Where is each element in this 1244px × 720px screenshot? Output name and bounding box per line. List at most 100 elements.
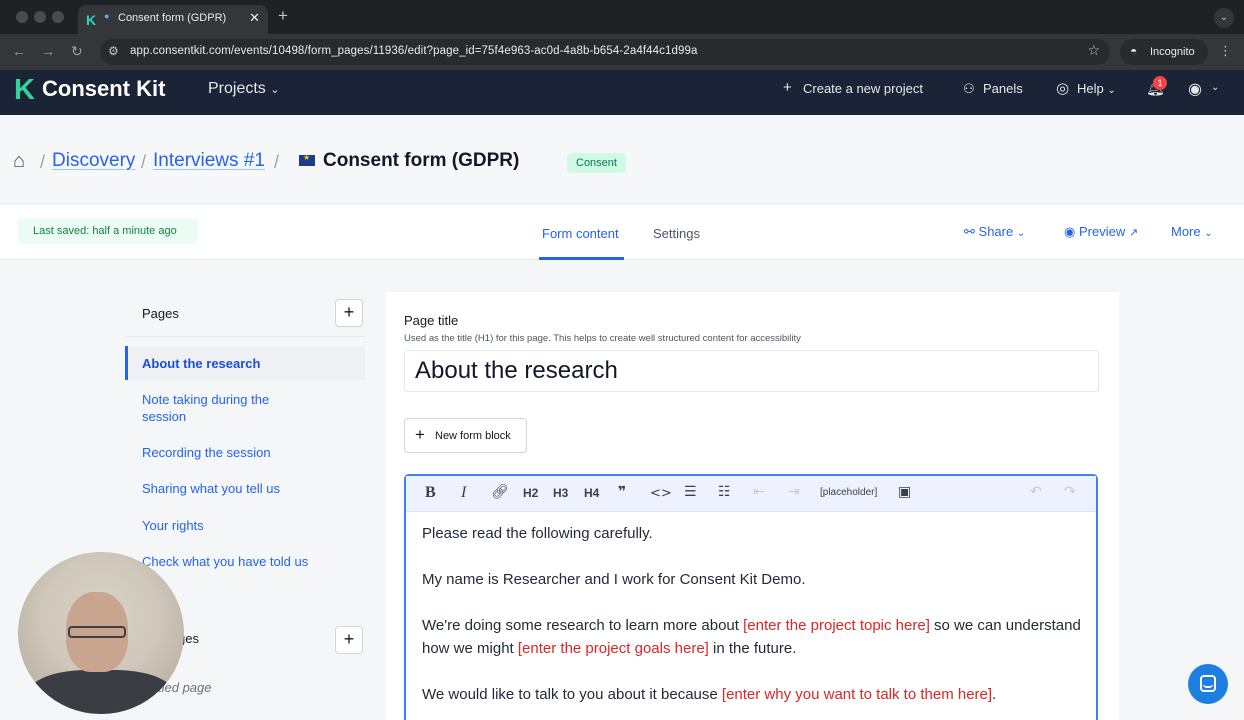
more-label: More [1171,224,1201,239]
italic-icon[interactable]: I [461,484,466,502]
logo-k-icon[interactable]: K [14,74,35,107]
breadcrumb-interviews[interactable]: Interviews #1 [153,150,265,172]
incognito-indicator[interactable]: ◓ Incognito [1120,39,1208,65]
eu-flag-icon [299,153,315,166]
window-minimize-dot[interactable] [34,11,46,23]
tab-close-icon[interactable]: ✕ [249,10,260,26]
more-menu[interactable]: More ⌄ [1171,224,1213,239]
page-title-input[interactable] [404,350,1099,392]
code-icon[interactable]: <> [650,486,672,501]
sidebar-item-about-the-research[interactable]: About the research [142,355,302,372]
address-bar[interactable]: ⚙ app.consentkit.com/events/10498/form_p… [100,39,1110,65]
sidebar-item-your-rights[interactable]: Your rights [142,517,302,534]
text-run: . [992,686,997,703]
chevron-down-icon: ⌄ [1107,85,1116,96]
plus-icon: + [415,425,425,444]
placeholder-text: [enter the project goals here] [517,640,709,657]
outdent-icon[interactable]: ⇤ [753,484,765,500]
add-section-button[interactable]: + [335,626,363,654]
tab-form-content[interactable]: Form content [542,226,619,241]
share-menu[interactable]: ⚯ Share ⌄ [964,224,1025,240]
add-page-button[interactable]: + [335,299,363,327]
share-icon: ⚯ [964,224,975,239]
site-info-icon[interactable]: ⚙ [108,44,119,58]
bold-icon[interactable]: B [425,484,436,502]
back-icon[interactable]: ← [12,43,26,59]
editor-content[interactable]: Please read the following carefully. My … [422,522,1082,720]
tab-settings[interactable]: Settings [653,226,700,241]
form-toolbar: Last saved: half a minute ago Form conte… [0,205,1244,260]
page-title: Consent form (GDPR) [323,150,520,171]
eye-icon: ◉ [1064,224,1076,239]
bullet-list-icon[interactable]: ☰ [684,484,697,500]
numbered-list-icon[interactable]: ☷ [718,484,731,500]
window-zoom-dot[interactable] [52,11,64,23]
page-title-help: Used as the title (H1) for this page. Th… [404,333,801,344]
sidebar-item-check-told-us[interactable]: Check what you have told us [142,553,342,570]
app-navbar: K Consent Kit Projects ⌄ + Create a new … [0,70,1244,115]
sidebar-active-indicator [125,346,128,380]
help-menu[interactable]: Help ⌄ [1077,81,1116,96]
reload-icon[interactable]: ↻ [71,43,83,60]
new-form-block-button[interactable]: + New form block [404,418,527,453]
breadcrumb-header: ⌂ / Discovery / Interviews #1 / Consent … [0,115,1244,204]
form-type-badge: Consent [567,153,626,173]
incognito-label: Incognito [1150,46,1195,58]
notification-badge: 1 [1153,76,1167,90]
sidebar-divider [125,336,365,337]
breadcrumb-separator: / [274,152,280,172]
preview-link[interactable]: ◉ Preview ↗ [1064,224,1138,240]
url-text: app.consentkit.com/events/10498/form_pag… [130,45,698,57]
breadcrumb-discovery[interactable]: Discovery [52,150,135,172]
incognito-icon: ◓ [1130,44,1138,58]
webcam-overlay [18,552,184,714]
sidebar-item-sharing[interactable]: Sharing what you tell us [142,480,302,497]
heading-2-button[interactable]: H2 [523,486,538,500]
blockquote-icon[interactable]: ❞ [618,484,626,500]
editor-toolbar: B I 🔗︎ H2 H3 H4 ❞ <> ☰ ☷ ⇤ ⇥ [placeholde… [406,476,1096,512]
share-label: Share [978,224,1014,239]
new-tab-icon[interactable]: + [278,6,288,26]
chat-launcher-button[interactable] [1188,664,1228,704]
plus-icon: + [343,302,355,322]
indent-icon[interactable]: ⇥ [788,484,800,500]
heading-3-button[interactable]: H3 [553,486,568,500]
sidebar-item-note-taking[interactable]: Note taking during the session [142,391,292,425]
panels-icon: ⚇ [963,81,975,96]
breadcrumb-separator: / [141,152,147,172]
save-status: Last saved: half a minute ago [18,218,198,244]
user-avatar-icon[interactable]: ◉ [1188,79,1202,99]
plus-icon: + [343,629,355,649]
preview-label: Preview [1078,224,1126,239]
window-close-dot[interactable] [16,11,28,23]
panels-link[interactable]: Panels [983,81,1023,96]
text-run: We're doing some research to learn more … [422,617,744,634]
browser-tab[interactable]: K ● Consent form (GDPR) ✕ [78,5,268,34]
chevron-down-icon: ⌄ [1204,228,1213,239]
plus-icon: + [783,79,792,96]
bookmark-star-icon[interactable]: ☆ [1087,42,1100,59]
text-run: in the future. [708,640,797,657]
paragraph: My name is Researcher and I work for Con… [422,571,806,588]
browser-tab-title: Consent form (GDPR) [118,12,227,24]
chevron-down-icon[interactable]: ⌄ [1211,82,1219,93]
rich-text-editor[interactable]: B I 🔗︎ H2 H3 H4 ❞ <> ☰ ☷ ⇤ ⇥ [placeholde… [404,474,1098,720]
link-icon[interactable]: 🔗︎ [491,484,509,500]
placeholder-button[interactable]: [placeholder] [820,487,877,498]
heading-4-button[interactable]: H4 [584,486,599,500]
browser-menu-icon[interactable]: ⋮ [1219,43,1232,59]
create-project-link[interactable]: Create a new project [803,81,923,96]
undo-icon[interactable]: ↶ [1030,484,1042,500]
home-icon[interactable]: ⌂ [13,150,25,173]
logo-text[interactable]: Consent Kit [42,76,165,102]
tab-search-chevron-icon[interactable]: ⌄ [1214,8,1234,28]
forward-icon[interactable]: → [41,43,55,59]
help-label: Help [1077,81,1104,96]
redo-icon[interactable]: ↷ [1064,484,1076,500]
browser-tab-bar: K ● Consent form (GDPR) ✕ + ⌄ [0,0,1244,34]
image-icon[interactable]: ▣ [898,484,911,500]
consentkit-favicon-icon: K [86,12,97,28]
sidebar-item-recording[interactable]: Recording the session [142,444,302,461]
breadcrumb-separator: / [40,152,46,172]
projects-menu[interactable]: Projects ⌄ [208,80,279,98]
